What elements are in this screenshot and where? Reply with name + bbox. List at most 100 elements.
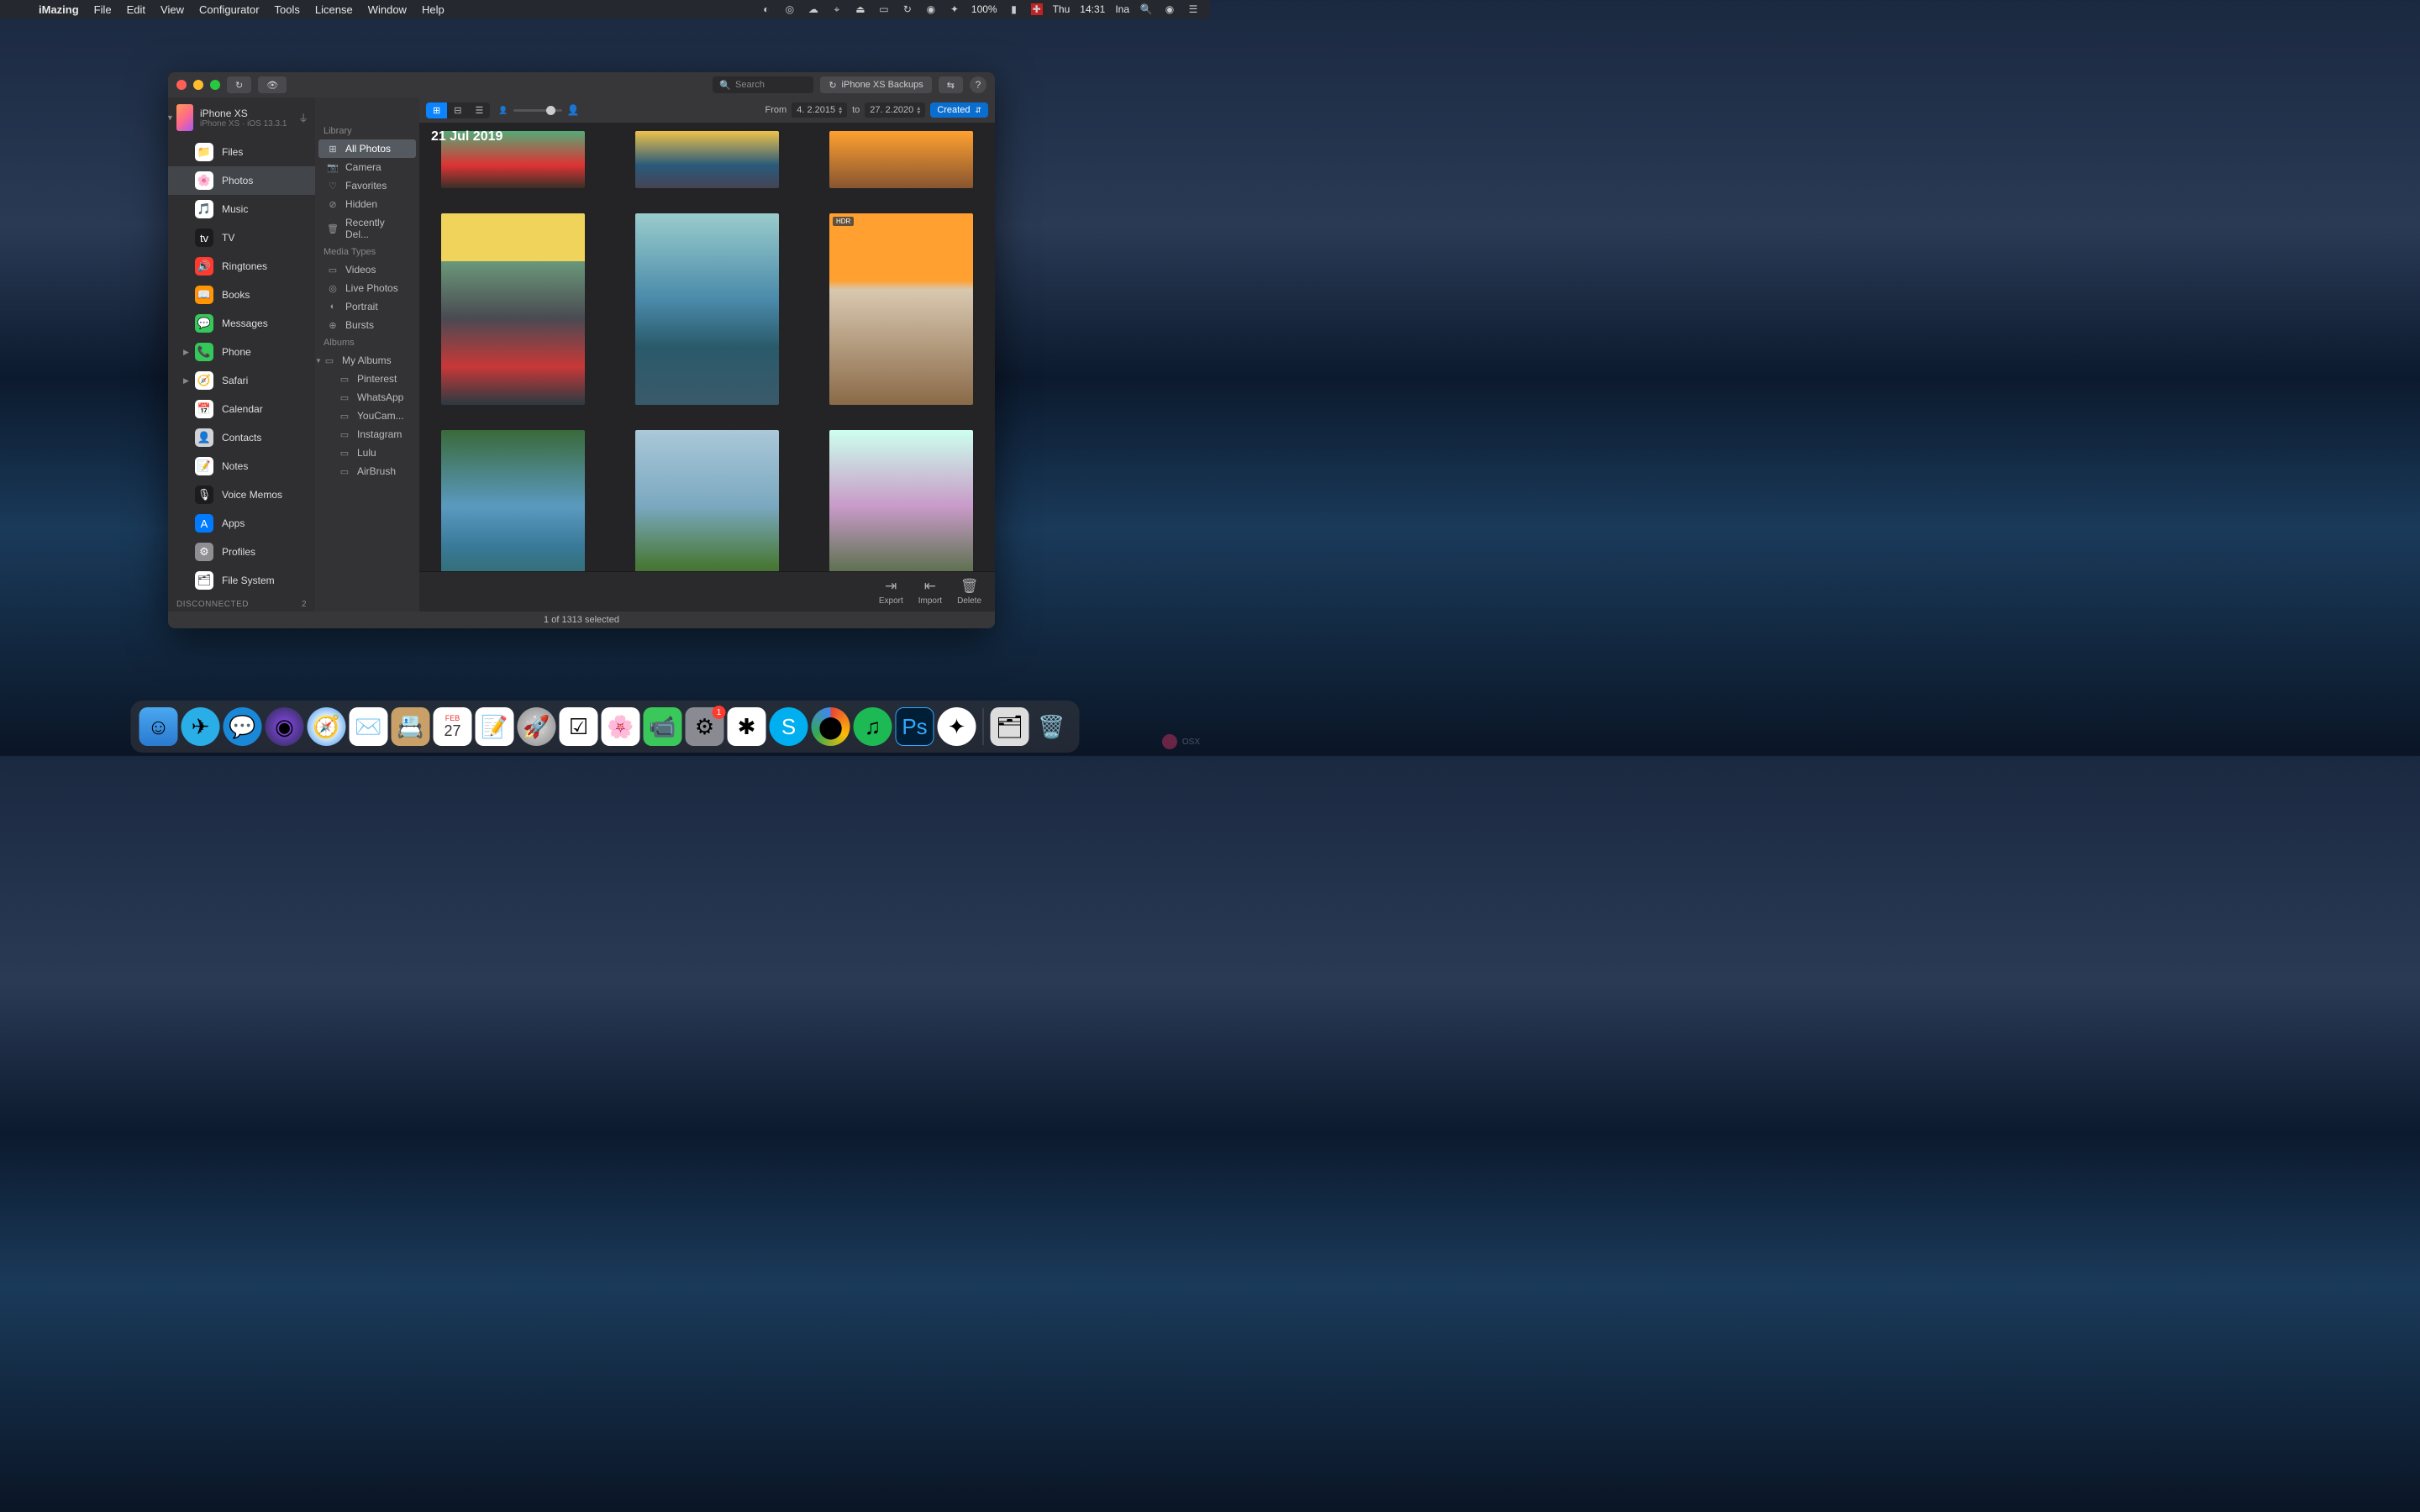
zoom-slider[interactable]: 👤 👤 [498,104,579,116]
dock-calendar[interactable]: FEB27 [434,707,472,746]
sidebar-item-safari[interactable]: ▶🧭Safari [168,366,315,395]
menu-tools[interactable]: Tools [275,3,300,16]
library-item-favorites[interactable]: ♡Favorites [315,176,419,195]
dock-settings[interactable]: ⚙1 [686,707,724,746]
album-item[interactable]: ▭Lulu [315,444,419,462]
sidebar-item-apps[interactable]: AApps [168,509,315,538]
chevron-right-icon[interactable]: ▶ [183,348,189,357]
photo-thumbnail[interactable]: HDR [829,213,973,405]
toolbar-search[interactable]: 🔍 Search [713,76,813,93]
from-date-input[interactable]: 4. 2.2015 ▴▾ [792,102,847,118]
menu-license[interactable]: License [315,3,353,16]
photo-thumbnail[interactable] [635,131,779,188]
menu-file[interactable]: File [94,3,112,16]
zoom-button[interactable] [210,80,220,90]
library-item-camera[interactable]: 📷Camera [315,158,419,176]
minimize-button[interactable] [193,80,203,90]
status-icon[interactable]: ✦ [948,3,961,16]
notifications-icon[interactable]: ☰ [1186,3,1200,16]
menu-edit[interactable]: Edit [127,3,145,16]
sidebar-item-ringtones[interactable]: 🔊Ringtones [168,252,315,281]
sidebar-item-files[interactable]: 📁Files [168,138,315,166]
menu-configurator[interactable]: Configurator [199,3,260,16]
album-item[interactable]: ▭YouCam... [315,407,419,425]
timemachine-icon[interactable]: ↻ [901,3,914,16]
spotlight-icon[interactable]: 🔍 [1139,3,1153,16]
library-item-live-photos[interactable]: ◎Live Photos [315,279,419,297]
photo-thumbnail[interactable] [441,213,585,405]
dock-app[interactable]: ✦ [938,707,976,746]
library-item-portrait[interactable]: ◐Portrait [315,297,419,316]
photo-thumbnail[interactable] [635,430,779,571]
sidebar-item-notes[interactable]: 📝Notes [168,452,315,480]
view-grid-small[interactable]: ⊟ [447,102,468,118]
dock-safari[interactable]: 🧭 [308,707,346,746]
menu-view[interactable]: View [160,3,184,16]
clock-time[interactable]: 14:31 [1080,3,1105,15]
sidebar-item-messages[interactable]: 💬Messages [168,309,315,338]
dock-chrome[interactable]: ⬤ [812,707,850,746]
dock-launchpad[interactable]: 🚀 [518,707,556,746]
export-button[interactable]: ⇥ Export [879,578,903,606]
dock-finder[interactable]: ☺ [139,707,178,746]
dock-downloads[interactable]: 🗂 [991,707,1029,746]
photo-thumbnail[interactable] [635,213,779,405]
album-item[interactable]: ▭Instagram [315,425,419,444]
dock-spotify[interactable]: ♫ [854,707,892,746]
bluetooth-icon[interactable]: ⌖ [830,3,844,16]
status-icon[interactable]: ◐ [760,3,773,16]
chevron-down-icon[interactable]: ▼ [168,113,174,122]
refresh-button[interactable]: ↻ [227,76,251,93]
dock-siri[interactable]: ◉ [266,707,304,746]
view-list[interactable]: ☰ [468,102,490,118]
sidebar-item-tv[interactable]: tvTV [168,223,315,252]
apple-logo-icon[interactable] [10,3,24,16]
sidebar-item-profiles[interactable]: ⚙Profiles [168,538,315,566]
wifi-icon[interactable]: ◉ [924,3,938,16]
backups-button[interactable]: ↻ iPhone XS Backups [820,76,931,93]
chevron-right-icon[interactable]: ▶ [183,376,189,386]
dock-skype[interactable]: S [770,707,808,746]
sidebar-item-file-system[interactable]: 🗂File System [168,566,315,595]
slider-track[interactable] [513,109,562,112]
library-item-videos[interactable]: ▭Videos [315,260,419,279]
dock-facetime[interactable]: 📹 [644,707,682,746]
close-button[interactable] [176,80,187,90]
dock-photoshop[interactable]: Ps [896,707,934,746]
sidebar-item-music[interactable]: 🎵Music [168,195,315,223]
view-grid-large[interactable]: ⊞ [426,102,447,118]
dock-mail[interactable]: ✉️ [350,707,388,746]
library-item-all-photos[interactable]: ⊞All Photos [318,139,416,158]
device-header[interactable]: ▼ iPhone XS iPhone XS · iOS 13.3.1 ⏚ [168,97,315,138]
battery-percent[interactable]: 100% [971,3,997,15]
sidebar-item-phone[interactable]: ▶📞Phone [168,338,315,366]
slider-thumb[interactable] [546,106,555,115]
date-stepper[interactable]: ▴▾ [917,106,920,114]
photo-thumbnail[interactable] [441,430,585,571]
library-item-recently-del-[interactable]: 🗑Recently Del... [315,213,419,244]
sidebar-item-contacts[interactable]: 👤Contacts [168,423,315,452]
delete-button[interactable]: 🗑 Delete [957,578,981,606]
sidebar-item-books[interactable]: 📖Books [168,281,315,309]
sidebar-item-photos[interactable]: 🌸Photos [168,166,315,195]
sort-dropdown[interactable]: Created ⇵ [930,102,988,118]
sync-button[interactable]: ⇆ [939,76,963,93]
app-name[interactable]: iMazing [39,3,79,16]
menu-window[interactable]: Window [368,3,407,16]
dock-telegram[interactable]: ✈ [182,707,220,746]
status-icon[interactable]: ⏏ [854,3,867,16]
help-button[interactable]: ? [970,76,986,93]
sidebar-item-calendar[interactable]: 📅Calendar [168,395,315,423]
library-item-hidden[interactable]: ⊘Hidden [315,195,419,213]
to-date-input[interactable]: 27. 2.2020 ▴▾ [865,102,925,118]
dock-photos[interactable]: 🌸 [602,707,640,746]
dock-contacts[interactable]: 📇 [392,707,430,746]
album-item[interactable]: ▭Pinterest [315,370,419,388]
album-item[interactable]: ▭WhatsApp [315,388,419,407]
dock-reminders[interactable]: ☑ [560,707,598,746]
dock-notes[interactable]: 📝 [476,707,514,746]
album-item[interactable]: ▭AirBrush [315,462,419,480]
dock-trash[interactable]: 🗑️ [1033,707,1071,746]
photo-thumbnail[interactable] [829,430,973,571]
siri-icon[interactable]: ◉ [1163,3,1176,16]
